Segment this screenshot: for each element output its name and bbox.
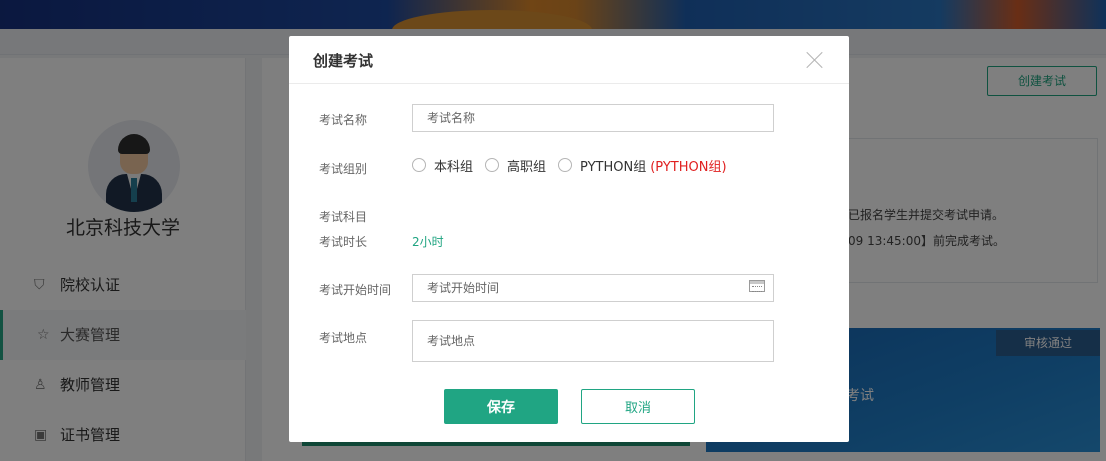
exam-group-radio-group: 本科组 高职组 PYTHON组 (PYTHON组)	[412, 155, 727, 175]
radio-circle-icon[interactable]	[485, 158, 500, 172]
radio-option-vocational[interactable]: 高职组	[485, 156, 546, 175]
radio-circle-icon[interactable]	[558, 158, 573, 172]
close-icon[interactable]	[805, 50, 825, 70]
save-button[interactable]: 保存	[444, 389, 558, 424]
create-exam-dialog: 创建考试 考试名称 考试组别 本科组 高职组 PYTHON组 (PYTHON组)…	[289, 36, 849, 442]
exam-name-label: 考试名称	[319, 113, 368, 127]
location-label: 考试地点	[319, 331, 368, 345]
exam-duration-label: 考试时长	[319, 235, 368, 249]
radio-circle-icon[interactable]	[412, 158, 426, 172]
exam-group-label: 考试组别	[319, 162, 368, 176]
exam-name-input[interactable]	[412, 104, 774, 132]
calendar-icon[interactable]	[749, 280, 765, 292]
dialog-header: 创建考试	[289, 36, 849, 84]
start-time-label: 考试开始时间	[319, 283, 392, 297]
exam-subject-label: 考试科目	[319, 210, 368, 224]
start-time-input[interactable]	[412, 274, 774, 302]
radio-option-undergraduate[interactable]: 本科组	[412, 156, 473, 175]
radio-option-python[interactable]: PYTHON组	[558, 156, 646, 175]
dialog-title: 创建考试	[313, 52, 374, 70]
exam-duration-value: 2小时	[412, 235, 444, 249]
cancel-button[interactable]: 取消	[581, 389, 695, 424]
python-group-note: (PYTHON组)	[650, 159, 727, 175]
location-input[interactable]	[412, 320, 774, 362]
